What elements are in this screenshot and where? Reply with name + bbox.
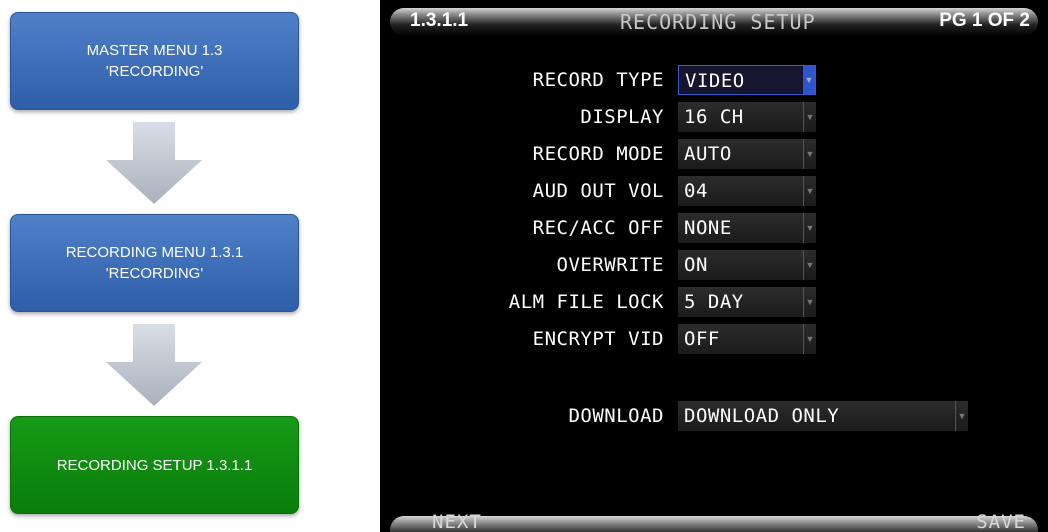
record-type-select[interactable]: VIDEO ▼	[678, 65, 816, 95]
save-button[interactable]: SAVE	[976, 511, 1026, 532]
chevron-down-icon: ▼	[803, 324, 816, 354]
down-arrow-icon	[106, 122, 202, 204]
download-value: DOWNLOAD ONLY	[684, 405, 840, 427]
rec-acc-off-value: NONE	[684, 217, 732, 239]
dvr-screen: 1.3.1.1 RECORDING SETUP PG 1 OF 2 RECORD…	[380, 0, 1048, 532]
display-value: 16 CH	[684, 106, 744, 128]
chevron-down-icon: ▼	[803, 139, 816, 169]
menu-id: 1.3.1.1	[410, 10, 469, 31]
flow-box-master-menu-label: MASTER MENU 1.3 'RECORDING'	[86, 42, 223, 80]
alm-file-lock-select[interactable]: 5 DAY ▼	[678, 287, 816, 317]
download-select[interactable]: DOWNLOAD ONLY ▼	[678, 401, 968, 431]
footer-bar	[390, 516, 1038, 532]
alm-file-lock-value: 5 DAY	[684, 291, 744, 313]
flow-box-recording-setup-label: RECORDING SETUP 1.3.1.1	[56, 456, 253, 474]
record-type-value: VIDEO	[685, 70, 745, 92]
chevron-down-icon: ▼	[803, 287, 816, 317]
chevron-down-icon: ▼	[803, 250, 816, 280]
flow-box-recording-setup: RECORDING SETUP 1.3.1.1	[10, 416, 299, 514]
label-aud-out-vol: AUD OUT VOL	[532, 180, 664, 202]
display-select[interactable]: 16 CH ▼	[678, 102, 816, 132]
flow-box-recording-menu: RECORDING MENU 1.3.1 'RECORDING'	[10, 214, 299, 312]
chevron-down-icon: ▼	[803, 176, 816, 206]
aud-out-vol-value: 04	[684, 180, 708, 202]
aud-out-vol-select[interactable]: 04 ▼	[678, 176, 816, 206]
label-alm-file-lock: ALM FILE LOCK	[508, 291, 664, 313]
page-title: RECORDING SETUP	[620, 10, 816, 34]
overwrite-value: ON	[684, 254, 708, 276]
label-rec-acc-off: REC/ACC OFF	[532, 217, 664, 239]
label-encrypt-vid: ENCRYPT VID	[532, 328, 664, 350]
label-download: DOWNLOAD	[568, 405, 664, 427]
label-display: DISPLAY	[580, 106, 664, 128]
label-overwrite: OVERWRITE	[556, 254, 664, 276]
flow-box-recording-menu-label: RECORDING MENU 1.3.1 'RECORDING'	[65, 244, 244, 282]
label-record-type: RECORD TYPE	[532, 69, 664, 91]
chevron-down-icon: ▼	[803, 102, 816, 132]
encrypt-vid-select[interactable]: OFF ▼	[678, 324, 816, 354]
rec-acc-off-select[interactable]: NONE ▼	[678, 213, 816, 243]
chevron-down-icon: ▼	[803, 66, 815, 94]
page-indicator: PG 1 OF 2	[939, 10, 1030, 31]
flow-box-master-menu: MASTER MENU 1.3 'RECORDING'	[10, 12, 299, 110]
chevron-down-icon: ▼	[803, 213, 816, 243]
chevron-down-icon: ▼	[955, 401, 968, 431]
overwrite-select[interactable]: ON ▼	[678, 250, 816, 280]
encrypt-vid-value: OFF	[684, 328, 720, 350]
label-record-mode: RECORD MODE	[532, 143, 664, 165]
down-arrow-icon	[106, 324, 202, 406]
record-mode-select[interactable]: AUTO ▼	[678, 139, 816, 169]
next-button[interactable]: NEXT	[432, 511, 482, 532]
record-mode-value: AUTO	[684, 143, 732, 165]
